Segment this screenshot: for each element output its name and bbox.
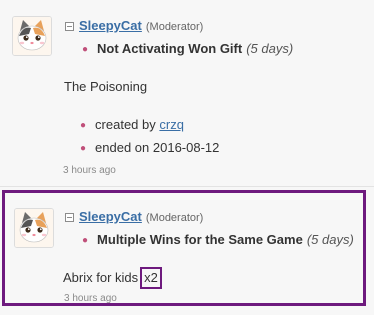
quantity-highlight: x2 xyxy=(140,267,162,289)
bullet-icon: ● xyxy=(82,44,89,55)
ended-on-item: ● ended on 2016-08-12 xyxy=(80,139,219,158)
collapse-icon[interactable] xyxy=(65,213,74,222)
comment-feed: SleepyCat (Moderator) ● Not Activating Won… xyxy=(0,0,374,315)
post-timestamp: 3 hours ago xyxy=(64,293,117,304)
post-body: The Poisoning xyxy=(64,79,148,94)
created-prefix: created by xyxy=(95,117,160,132)
cat-avatar[interactable] xyxy=(12,16,52,56)
post-timestamp: 3 hours ago xyxy=(63,165,116,176)
bullet-icon: ● xyxy=(80,120,87,131)
post-divider xyxy=(0,186,374,187)
bullet-icon: ● xyxy=(82,235,89,246)
post-header: SleepyCat (Moderator) xyxy=(65,18,203,35)
creator-link[interactable]: crzq xyxy=(159,117,184,132)
post-body: Abrix for kids x2 xyxy=(63,267,162,289)
cat-avatar-icon xyxy=(15,209,53,247)
post-header: SleepyCat (Moderator) xyxy=(65,209,203,226)
ended-date: ended on 2016-08-12 xyxy=(95,140,220,155)
game-title: Multiple Wins for the Same Game xyxy=(97,232,303,247)
comment-post: SleepyCat (Moderator) ● Not Activating Won… xyxy=(0,0,374,188)
cat-avatar[interactable] xyxy=(14,208,54,248)
game-title: Not Activating Won Gift xyxy=(97,41,243,56)
duration: (5 days) xyxy=(306,232,354,247)
username-link[interactable]: SleepyCat xyxy=(79,209,142,224)
duration: (5 days) xyxy=(246,41,294,56)
user-role: (Moderator) xyxy=(145,212,204,224)
collapse-icon[interactable] xyxy=(65,22,74,31)
comment-post-highlighted: SleepyCat (Moderator) ● Multiple Wins for … xyxy=(2,190,366,306)
created-by-item: ● created by crzq xyxy=(80,116,184,135)
post-body-text: Abrix for kids xyxy=(63,270,139,285)
game-title-line: ● Multiple Wins for the Same Game (5 days) xyxy=(82,231,354,250)
bullet-icon: ● xyxy=(80,143,87,154)
user-role: (Moderator) xyxy=(145,21,204,33)
cat-avatar-icon xyxy=(13,17,51,55)
game-title-line: ● Not Activating Won Gift (5 days) xyxy=(82,40,293,59)
username-link[interactable]: SleepyCat xyxy=(79,18,142,33)
